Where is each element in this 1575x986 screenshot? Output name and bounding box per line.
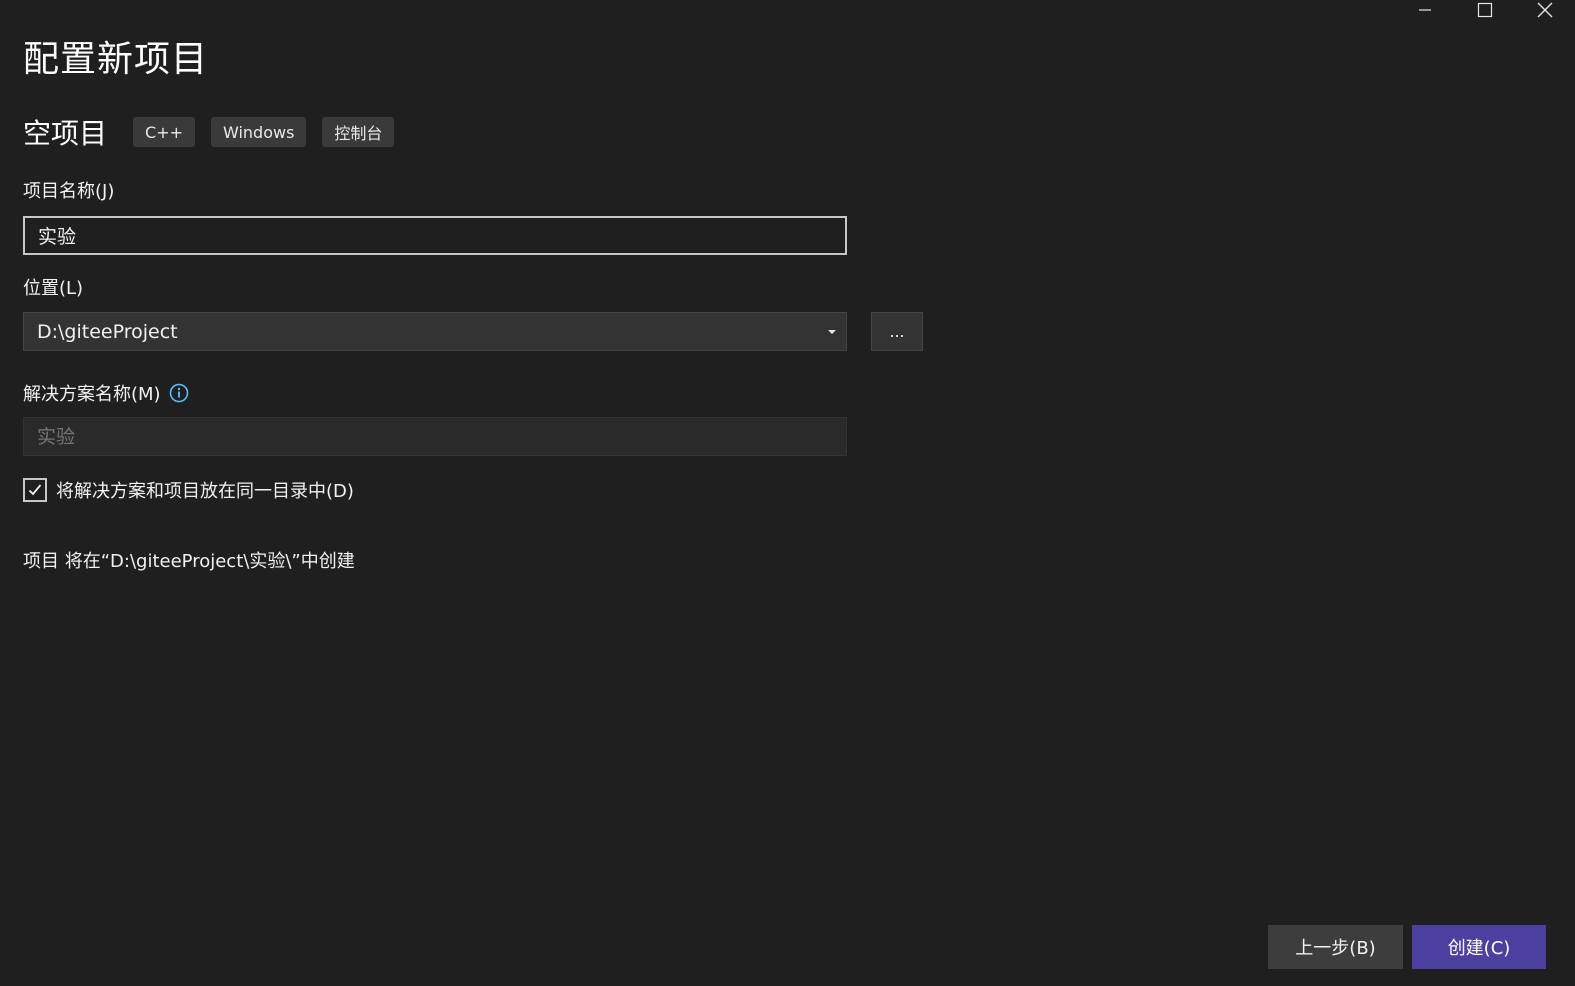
minimize-icon — [1419, 9, 1431, 11]
solution-name-label: 解决方案名称(M) — [23, 384, 161, 405]
solution-name-label-row: 解决方案名称(M) — [23, 380, 189, 406]
back-button[interactable]: 上一步(B) — [1268, 925, 1403, 969]
maximize-button[interactable] — [1455, 0, 1515, 20]
location-combobox[interactable]: D:\giteeProject — [23, 312, 847, 351]
close-icon — [1537, 2, 1553, 18]
tag-platform: Windows — [211, 117, 307, 147]
chevron-down-icon — [826, 328, 838, 336]
maximize-icon — [1477, 2, 1493, 18]
create-button[interactable]: 创建(C) — [1412, 925, 1546, 969]
location-label: 位置(L) — [23, 278, 84, 299]
template-summary: 空项目 C++ Windows 控制台 — [23, 112, 410, 152]
location-value: D:\giteeProject — [37, 320, 178, 343]
solution-name-input[interactable] — [23, 417, 847, 456]
info-icon[interactable] — [169, 383, 189, 403]
same-directory-checkbox[interactable] — [23, 478, 47, 502]
browse-button[interactable]: ... — [871, 312, 923, 351]
tag-language: C++ — [133, 117, 195, 147]
same-directory-option[interactable]: 将解决方案和项目放在同一目录中(D) — [23, 477, 354, 503]
checkmark-icon — [28, 484, 42, 496]
same-directory-label: 将解决方案和项目放在同一目录中(D) — [56, 481, 354, 502]
project-name-input[interactable] — [23, 216, 847, 255]
close-button[interactable] — [1515, 0, 1575, 20]
minimize-button[interactable] — [1395, 0, 1455, 20]
page-title: 配置新项目 — [23, 39, 209, 80]
tag-project-type: 控制台 — [322, 117, 395, 147]
template-name: 空项目 — [23, 117, 108, 150]
window-controls — [1395, 0, 1575, 20]
project-name-label: 项目名称(J) — [23, 181, 115, 202]
create-path-info: 项目 将在“D:\giteeProject\实验\”中创建 — [23, 551, 355, 572]
configure-project-window: 配置新项目 空项目 C++ Windows 控制台 项目名称(J) 位置(L) … — [0, 0, 1575, 986]
